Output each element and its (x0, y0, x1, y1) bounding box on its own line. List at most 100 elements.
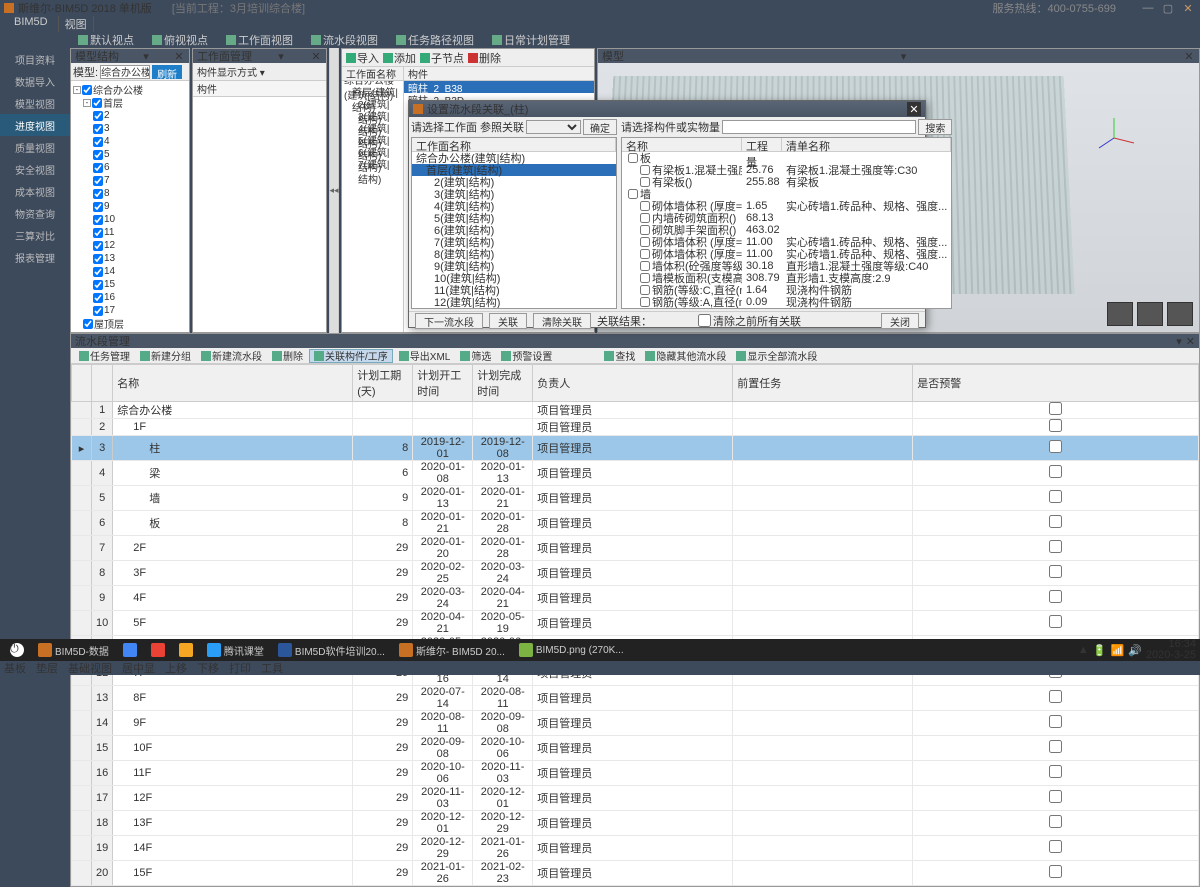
flowseg-tb-7[interactable]: 预警设置 (497, 349, 556, 363)
dialog-header[interactable]: 设置流水段关联_(柱) ✕ (409, 101, 925, 117)
taskbar-item[interactable]: BIM5D.png (270K... (513, 641, 630, 659)
grid-row[interactable]: 83F292020-02-252020-03-24项目管理员 (72, 561, 1199, 586)
tree-node[interactable]: -综合办公楼 (73, 83, 187, 96)
tree-node[interactable]: 3 (73, 122, 187, 135)
warning-checkbox[interactable] (1049, 590, 1062, 603)
warning-checkbox[interactable] (1049, 765, 1062, 778)
flowseg-tb-9[interactable]: 查找 (600, 349, 639, 363)
tree-node[interactable]: 屋顶层 (73, 317, 187, 330)
view-tool-1[interactable] (1107, 302, 1133, 326)
tree-node[interactable]: 8 (73, 187, 187, 200)
sidebar-item-0[interactable]: 项目资料 (0, 48, 70, 70)
status-item[interactable]: 居中显 (122, 660, 155, 676)
dialog-close-button[interactable]: ✕ (907, 102, 921, 116)
warning-checkbox[interactable] (1049, 865, 1062, 878)
tree-node[interactable]: 2 (73, 109, 187, 122)
tree-node[interactable]: 4 (73, 135, 187, 148)
tree-node[interactable]: 15 (73, 278, 187, 291)
flowseg-tb-5[interactable]: 导出XML (395, 349, 455, 363)
grid-col-0[interactable] (72, 365, 92, 402)
grid-row[interactable]: 1914F292020-12-292021-01-26项目管理员 (72, 836, 1199, 861)
tree-node[interactable]: 12 (73, 239, 187, 252)
grid-col-5[interactable]: 计划完成时间 (473, 365, 533, 402)
grid-row[interactable]: 138F292020-07-142020-08-11项目管理员 (72, 686, 1199, 711)
view-tool-home[interactable] (1137, 302, 1163, 326)
flowseg-tb-10[interactable]: 隐藏其他流水段 (641, 349, 730, 363)
panel-pin-icon[interactable]: ▾ (1176, 335, 1182, 348)
panel-pin-icon[interactable]: ▾ (275, 50, 287, 63)
warning-checkbox[interactable] (1049, 419, 1062, 432)
flowseg-tb-0[interactable]: 任务管理 (75, 349, 134, 363)
warning-checkbox[interactable] (1049, 490, 1062, 503)
warning-checkbox[interactable] (1049, 402, 1062, 415)
system-tray[interactable]: ▲🔋📶🔊 16:34 2020-3-25 (1078, 639, 1196, 661)
flowseg-tb-1[interactable]: 新建分组 (136, 349, 195, 363)
status-item[interactable]: 基板 (4, 660, 26, 676)
tree-node[interactable]: 10 (73, 213, 187, 226)
refresh-button[interactable]: 刷新 (152, 65, 182, 79)
sidebar-item-3[interactable]: 进度视图 (0, 114, 70, 136)
sidebar-item-5[interactable]: 安全视图 (0, 158, 70, 180)
warning-checkbox[interactable] (1049, 790, 1062, 803)
sidebar-item-1[interactable]: 数据导入 (0, 70, 70, 92)
display-mode-dropdown[interactable]: 构件显示方式 ▾ (193, 63, 326, 81)
tree-node[interactable]: 6 (73, 161, 187, 174)
dialog-workface-item[interactable]: 12(建筑|结构) (412, 296, 616, 308)
flowseg-tb-3[interactable]: 删除 (268, 349, 307, 363)
dialog-workface-list[interactable]: 工作面名称 综合办公楼(建筑|结构)首层(建筑|结构)2(建筑|结构)3(建筑|… (411, 137, 617, 309)
flowseg-grid[interactable]: 名称计划工期(天)计划开工时间计划完成时间负责人前置任务是否预警1综合办公楼项目… (71, 364, 1199, 886)
grid-row[interactable]: 1813F292020-12-012020-12-29项目管理员 (72, 811, 1199, 836)
warning-checkbox[interactable] (1049, 815, 1062, 828)
workface-list[interactable]: 综合办公楼(建筑|结构)首层(建筑|结构)2(建筑|结构)3(建筑|结构)4(建… (342, 81, 403, 332)
tree-node[interactable]: 5 (73, 148, 187, 161)
sidebar-item-7[interactable]: 物资查询 (0, 202, 70, 224)
search-input[interactable] (722, 120, 916, 134)
task-tb-1[interactable]: 添加 (383, 50, 416, 66)
warning-checkbox[interactable] (1049, 690, 1062, 703)
sidebar-item-2[interactable]: 模型视图 (0, 92, 70, 114)
grid-row[interactable]: 105F292020-04-212020-05-19项目管理员 (72, 611, 1199, 636)
grid-row[interactable]: 149F292020-08-112020-09-08项目管理员 (72, 711, 1199, 736)
menu-view[interactable]: 视图 (58, 16, 94, 32)
topnav-tab-0[interactable]: 默认视点 (70, 32, 142, 48)
grid-col-1[interactable] (92, 365, 113, 402)
clear-all-checkbox[interactable]: 清除之前所有关联 (698, 313, 801, 329)
close-button[interactable]: ✕ (1180, 1, 1196, 15)
grid-row[interactable]: 21F项目管理员 (72, 419, 1199, 436)
grid-row[interactable]: 72F292020-01-202020-01-28项目管理员 (72, 536, 1199, 561)
panel-close-icon[interactable]: ✕ (1186, 335, 1195, 348)
warning-checkbox[interactable] (1049, 540, 1062, 553)
warning-checkbox[interactable] (1049, 840, 1062, 853)
tree-node[interactable]: 11 (73, 226, 187, 239)
tree-node[interactable]: 14 (73, 265, 187, 278)
warning-checkbox[interactable] (1049, 465, 1062, 478)
task-tb-0[interactable]: 导入 (346, 50, 379, 66)
status-item[interactable]: 基础视图 (68, 660, 112, 676)
warning-checkbox[interactable] (1049, 565, 1062, 578)
power-button[interactable]: ⏻ (4, 641, 30, 659)
sidebar-item-4[interactable]: 质量视图 (0, 136, 70, 158)
splitter-arrow[interactable]: ◂◂ (329, 48, 339, 333)
panel-pin-icon[interactable]: ▾ (140, 50, 152, 63)
tree-node[interactable]: 16 (73, 291, 187, 304)
menu-bim5d[interactable]: BIM5D (8, 16, 54, 32)
panel-close-icon[interactable]: ✕ (1183, 50, 1195, 63)
grid-col-7[interactable]: 前置任务 (733, 365, 913, 402)
warning-checkbox[interactable] (1049, 440, 1062, 453)
topnav-tab-1[interactable]: 俯视视点 (144, 32, 216, 48)
grid-row[interactable]: 1712F292020-11-032020-12-01项目管理员 (72, 786, 1199, 811)
task-tb-3[interactable]: 删除 (468, 50, 501, 66)
status-item[interactable]: 下移 (197, 660, 219, 676)
minimize-button[interactable]: — (1140, 1, 1156, 15)
taskbar-item[interactable]: BIM5D软件培训20... (272, 641, 391, 659)
panel-pin-icon[interactable]: ▾ (898, 50, 910, 63)
grid-row[interactable]: 6板82020-01-212020-01-28项目管理员 (72, 511, 1199, 536)
confirm-button[interactable]: 确定 (583, 119, 617, 135)
tree-node[interactable]: 13 (73, 252, 187, 265)
topnav-tab-3[interactable]: 流水段视图 (303, 32, 386, 48)
maximize-button[interactable]: ▢ (1160, 1, 1176, 15)
grid-row[interactable]: 1611F292020-10-062020-11-03项目管理员 (72, 761, 1199, 786)
grid-row[interactable]: ▸3柱82019-12-012019-12-08项目管理员 (72, 436, 1199, 461)
taskbar-item[interactable]: 腾讯课堂 (201, 641, 270, 659)
search-button[interactable]: 搜索 (918, 119, 952, 135)
